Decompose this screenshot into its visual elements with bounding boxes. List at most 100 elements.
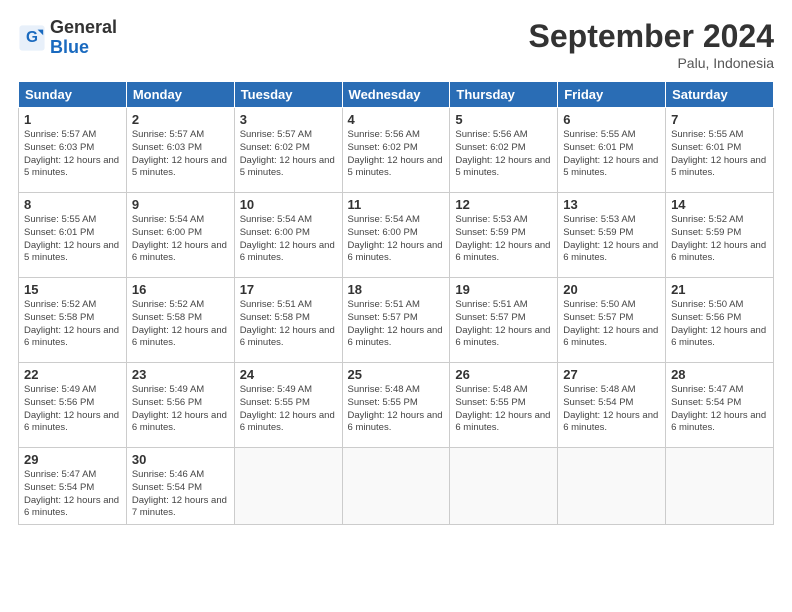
day-info: Sunrise: 5:56 AMSunset: 6:02 PMDaylight:… [455, 129, 550, 178]
day-number: 9 [132, 197, 229, 212]
day-info: Sunrise: 5:53 AMSunset: 5:59 PMDaylight:… [563, 214, 658, 263]
day-info: Sunrise: 5:56 AMSunset: 6:02 PMDaylight:… [348, 129, 443, 178]
day-number: 25 [348, 367, 445, 382]
table-row: 23 Sunrise: 5:49 AMSunset: 5:56 PMDaylig… [126, 363, 234, 448]
header-sunday: Sunday [19, 82, 127, 108]
title-block: September 2024 Palu, Indonesia [529, 18, 774, 71]
day-info: Sunrise: 5:48 AMSunset: 5:55 PMDaylight:… [455, 384, 550, 433]
day-info: Sunrise: 5:51 AMSunset: 5:57 PMDaylight:… [348, 299, 443, 348]
table-row: 24 Sunrise: 5:49 AMSunset: 5:55 PMDaylig… [234, 363, 342, 448]
day-number: 16 [132, 282, 229, 297]
day-number: 6 [563, 112, 660, 127]
calendar-table: Sunday Monday Tuesday Wednesday Thursday… [18, 81, 774, 525]
day-number: 12 [455, 197, 552, 212]
day-number: 11 [348, 197, 445, 212]
day-number: 14 [671, 197, 768, 212]
day-info: Sunrise: 5:46 AMSunset: 5:54 PMDaylight:… [132, 469, 227, 518]
day-info: Sunrise: 5:48 AMSunset: 5:54 PMDaylight:… [563, 384, 658, 433]
day-number: 23 [132, 367, 229, 382]
day-info: Sunrise: 5:55 AMSunset: 6:01 PMDaylight:… [24, 214, 119, 263]
table-row [342, 448, 450, 525]
day-info: Sunrise: 5:57 AMSunset: 6:03 PMDaylight:… [24, 129, 119, 178]
day-number: 15 [24, 282, 121, 297]
day-number: 28 [671, 367, 768, 382]
day-info: Sunrise: 5:55 AMSunset: 6:01 PMDaylight:… [563, 129, 658, 178]
day-info: Sunrise: 5:48 AMSunset: 5:55 PMDaylight:… [348, 384, 443, 433]
table-row: 8 Sunrise: 5:55 AMSunset: 6:01 PMDayligh… [19, 193, 127, 278]
table-row: 4 Sunrise: 5:56 AMSunset: 6:02 PMDayligh… [342, 108, 450, 193]
day-info: Sunrise: 5:47 AMSunset: 5:54 PMDaylight:… [671, 384, 766, 433]
table-row: 11 Sunrise: 5:54 AMSunset: 6:00 PMDaylig… [342, 193, 450, 278]
table-row: 28 Sunrise: 5:47 AMSunset: 5:54 PMDaylig… [666, 363, 774, 448]
day-info: Sunrise: 5:52 AMSunset: 5:58 PMDaylight:… [132, 299, 227, 348]
day-number: 4 [348, 112, 445, 127]
day-number: 22 [24, 367, 121, 382]
day-info: Sunrise: 5:54 AMSunset: 6:00 PMDaylight:… [348, 214, 443, 263]
calendar-page: G General Blue September 2024 Palu, Indo… [0, 0, 792, 612]
day-info: Sunrise: 5:53 AMSunset: 5:59 PMDaylight:… [455, 214, 550, 263]
logo-text: General Blue [50, 18, 117, 58]
day-number: 20 [563, 282, 660, 297]
day-number: 30 [132, 452, 229, 467]
table-row [558, 448, 666, 525]
table-row: 15 Sunrise: 5:52 AMSunset: 5:58 PMDaylig… [19, 278, 127, 363]
table-row: 18 Sunrise: 5:51 AMSunset: 5:57 PMDaylig… [342, 278, 450, 363]
header-tuesday: Tuesday [234, 82, 342, 108]
day-info: Sunrise: 5:49 AMSunset: 5:55 PMDaylight:… [240, 384, 335, 433]
header-saturday: Saturday [666, 82, 774, 108]
table-row: 17 Sunrise: 5:51 AMSunset: 5:58 PMDaylig… [234, 278, 342, 363]
logo-blue: Blue [50, 38, 117, 58]
day-info: Sunrise: 5:50 AMSunset: 5:57 PMDaylight:… [563, 299, 658, 348]
table-row: 29 Sunrise: 5:47 AMSunset: 5:54 PMDaylig… [19, 448, 127, 525]
table-row: 13 Sunrise: 5:53 AMSunset: 5:59 PMDaylig… [558, 193, 666, 278]
day-number: 13 [563, 197, 660, 212]
day-number: 1 [24, 112, 121, 127]
location: Palu, Indonesia [529, 55, 774, 71]
day-info: Sunrise: 5:51 AMSunset: 5:58 PMDaylight:… [240, 299, 335, 348]
day-info: Sunrise: 5:49 AMSunset: 5:56 PMDaylight:… [132, 384, 227, 433]
day-number: 10 [240, 197, 337, 212]
table-row [450, 448, 558, 525]
logo-icon: G [18, 24, 46, 52]
header-friday: Friday [558, 82, 666, 108]
table-row: 22 Sunrise: 5:49 AMSunset: 5:56 PMDaylig… [19, 363, 127, 448]
table-row: 19 Sunrise: 5:51 AMSunset: 5:57 PMDaylig… [450, 278, 558, 363]
header-monday: Monday [126, 82, 234, 108]
table-row: 6 Sunrise: 5:55 AMSunset: 6:01 PMDayligh… [558, 108, 666, 193]
table-row: 3 Sunrise: 5:57 AMSunset: 6:02 PMDayligh… [234, 108, 342, 193]
calendar-header-row: Sunday Monday Tuesday Wednesday Thursday… [19, 82, 774, 108]
header-thursday: Thursday [450, 82, 558, 108]
table-row: 16 Sunrise: 5:52 AMSunset: 5:58 PMDaylig… [126, 278, 234, 363]
month-title: September 2024 [529, 18, 774, 55]
logo-general: General [50, 18, 117, 38]
day-number: 26 [455, 367, 552, 382]
day-info: Sunrise: 5:50 AMSunset: 5:56 PMDaylight:… [671, 299, 766, 348]
table-row: 5 Sunrise: 5:56 AMSunset: 6:02 PMDayligh… [450, 108, 558, 193]
day-number: 21 [671, 282, 768, 297]
day-number: 5 [455, 112, 552, 127]
header-wednesday: Wednesday [342, 82, 450, 108]
day-info: Sunrise: 5:57 AMSunset: 6:03 PMDaylight:… [132, 129, 227, 178]
day-number: 7 [671, 112, 768, 127]
day-number: 18 [348, 282, 445, 297]
table-row: 21 Sunrise: 5:50 AMSunset: 5:56 PMDaylig… [666, 278, 774, 363]
day-info: Sunrise: 5:54 AMSunset: 6:00 PMDaylight:… [132, 214, 227, 263]
table-row [666, 448, 774, 525]
day-info: Sunrise: 5:47 AMSunset: 5:54 PMDaylight:… [24, 469, 119, 518]
day-number: 24 [240, 367, 337, 382]
day-number: 27 [563, 367, 660, 382]
table-row: 7 Sunrise: 5:55 AMSunset: 6:01 PMDayligh… [666, 108, 774, 193]
day-info: Sunrise: 5:55 AMSunset: 6:01 PMDaylight:… [671, 129, 766, 178]
day-info: Sunrise: 5:49 AMSunset: 5:56 PMDaylight:… [24, 384, 119, 433]
table-row: 27 Sunrise: 5:48 AMSunset: 5:54 PMDaylig… [558, 363, 666, 448]
table-row: 12 Sunrise: 5:53 AMSunset: 5:59 PMDaylig… [450, 193, 558, 278]
day-info: Sunrise: 5:57 AMSunset: 6:02 PMDaylight:… [240, 129, 335, 178]
svg-text:G: G [26, 29, 38, 46]
day-info: Sunrise: 5:51 AMSunset: 5:57 PMDaylight:… [455, 299, 550, 348]
table-row: 9 Sunrise: 5:54 AMSunset: 6:00 PMDayligh… [126, 193, 234, 278]
table-row: 25 Sunrise: 5:48 AMSunset: 5:55 PMDaylig… [342, 363, 450, 448]
day-info: Sunrise: 5:54 AMSunset: 6:00 PMDaylight:… [240, 214, 335, 263]
day-number: 3 [240, 112, 337, 127]
table-row: 26 Sunrise: 5:48 AMSunset: 5:55 PMDaylig… [450, 363, 558, 448]
day-number: 19 [455, 282, 552, 297]
